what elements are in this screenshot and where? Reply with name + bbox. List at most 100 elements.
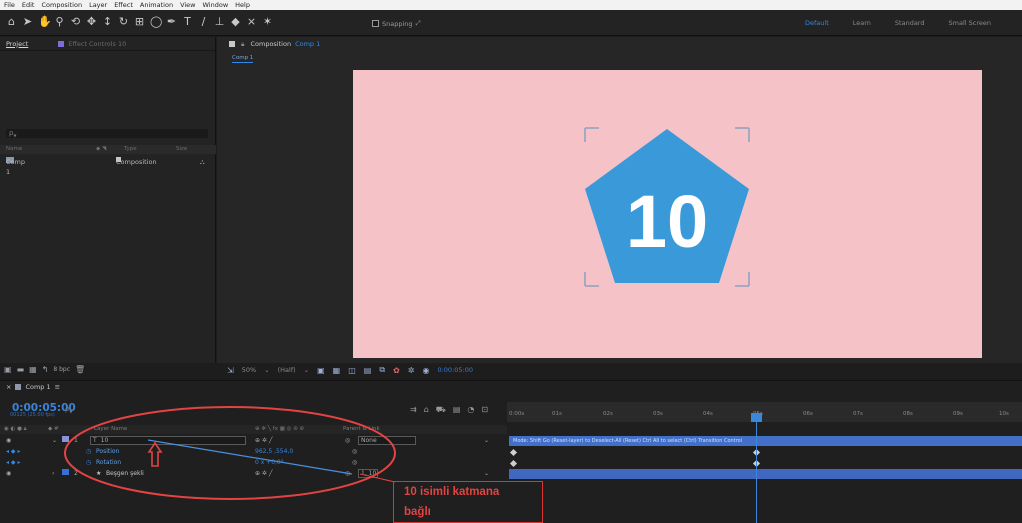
snap-options-icon[interactable]: ⤢	[416, 19, 421, 28]
chevron-down-icon[interactable]: ⌄	[484, 436, 489, 446]
visibility-icon[interactable]: ◉	[6, 469, 11, 479]
menu-edit[interactable]: Edit	[22, 1, 35, 9]
workspace-default[interactable]: Default	[805, 19, 829, 27]
shy-layers-icon[interactable]: ⛟	[436, 405, 446, 415]
property-value[interactable]: 962,5 ,554,0	[255, 447, 293, 457]
dolly-tool-icon[interactable]: ↕	[102, 15, 113, 28]
playhead-handle[interactable]	[751, 413, 762, 422]
motion-blur-icon[interactable]: ◔	[467, 405, 474, 415]
3d-view-icon[interactable]: ⧉	[379, 365, 385, 375]
rotate-tool-icon[interactable]: ↻	[118, 15, 129, 28]
pick-whip-icon[interactable]: ◎	[345, 436, 350, 446]
zoom-dropdown[interactable]: 50%	[242, 366, 256, 374]
eraser-tool-icon[interactable]: ◆	[230, 15, 241, 28]
column-type[interactable]: Type	[124, 145, 137, 154]
camera-snapshot-icon[interactable]: ◉	[422, 366, 429, 375]
new-comp-icon[interactable]: ▦	[29, 365, 37, 374]
home-icon[interactable]: ⌂	[6, 15, 17, 28]
menu-file[interactable]: File	[4, 1, 15, 9]
menu-layer[interactable]: Layer	[89, 1, 107, 9]
workspace-standard[interactable]: Standard	[895, 19, 925, 27]
pen-tool-icon[interactable]: ✒	[166, 15, 177, 28]
clone-stamp-icon[interactable]: ⊥	[214, 15, 225, 28]
brush-tool-icon[interactable]: ∕	[198, 15, 209, 28]
pick-whip-icon[interactable]: ◎	[345, 469, 350, 479]
pan-tool-icon[interactable]: ✥	[86, 15, 97, 28]
layer-2-duration-bar[interactable]	[509, 469, 1022, 479]
layer-name[interactable]: Beşgen şekli	[106, 469, 144, 479]
type-tool-icon[interactable]: T	[182, 15, 193, 28]
stopwatch-icon[interactable]: ◷	[86, 458, 91, 468]
column-size[interactable]: Size	[176, 145, 187, 154]
menu-view[interactable]: View	[180, 1, 195, 9]
chevron-down-icon[interactable]: ⌄	[484, 469, 489, 479]
comp-tab-label[interactable]: Composition	[250, 40, 291, 48]
comp-tab-name[interactable]: Comp 1	[295, 40, 320, 48]
menu-icon[interactable]: ≡	[55, 383, 60, 391]
composition-viewer[interactable]: 10	[353, 70, 982, 358]
zoom-tool-icon[interactable]: ⚲	[54, 15, 65, 28]
property-row[interactable]: ◂ ◆ ▸ ◷ Rotation 0 x +0,0° ◎	[0, 458, 507, 468]
visibility-icon[interactable]: ◉	[6, 436, 11, 446]
bit-depth[interactable]: 8 bpc	[53, 366, 70, 373]
roto-brush-icon[interactable]: ⨯	[246, 15, 257, 28]
layer-switches-icon[interactable]: ⊕ ✲ ╱	[255, 436, 272, 446]
viewer-timecode[interactable]: 0:00:05:00	[437, 366, 473, 374]
expand-chevron-icon[interactable]: ›	[52, 469, 54, 479]
layer-switches-icon[interactable]: ⊕ ✲ ╱	[255, 469, 272, 479]
breadcrumb[interactable]: Comp 1	[232, 55, 254, 63]
label-tag-icon[interactable]: ◆ ◥	[96, 145, 106, 154]
chevron-down-icon[interactable]: ⌄	[264, 366, 269, 374]
color-channel-icon[interactable]: ✿	[393, 366, 400, 375]
always-preview-icon[interactable]: ⇲	[227, 366, 234, 375]
list-item[interactable]: Comp 1 Composition ⛬	[0, 157, 216, 176]
project-settings-icon[interactable]: ↰	[42, 365, 49, 374]
parent-dropdown[interactable]: 1. 10	[358, 469, 378, 478]
orbit-tool-icon[interactable]: ⟲	[70, 15, 81, 28]
playhead-line[interactable]	[756, 422, 757, 523]
keyframe-nav-icon[interactable]: ◂ ◆ ▸	[6, 458, 20, 468]
graph-editor-icon[interactable]: ⊡	[481, 405, 488, 415]
comp-flowchart-icon[interactable]: ⇉	[410, 405, 417, 415]
keyframe[interactable]	[509, 448, 518, 457]
resolution-dropdown[interactable]: (Half)	[278, 366, 296, 374]
stopwatch-icon[interactable]: ◷	[86, 447, 91, 457]
layer-1-duration-bar[interactable]: Mode: Shift Go (Reset-layer) to Deselect…	[509, 436, 1022, 446]
layer-row[interactable]: ◉ › 2 ★ Beşgen şekli ⊕ ✲ ╱ ◎ 1. 10 ⌄	[0, 469, 507, 479]
mask-visibility-icon[interactable]: ◫	[348, 366, 356, 375]
time-ruler[interactable]: 0:00s 01s 02s 03s 04s 05s 06s 07s 08s 09…	[507, 402, 1022, 422]
project-search-input[interactable]: ρ▾	[6, 129, 208, 139]
flowchart-icon[interactable]: ⛬	[200, 157, 205, 167]
parent-dropdown[interactable]: None	[358, 436, 416, 445]
column-layer-name[interactable]: Layer Name	[94, 425, 127, 434]
column-parent[interactable]: Parent & Link	[343, 425, 380, 434]
layer-name-field[interactable]: T 10	[90, 436, 246, 445]
expand-chevron-icon[interactable]: ⌄	[52, 436, 57, 446]
menu-window[interactable]: Window	[203, 1, 229, 9]
draft-3d-icon[interactable]: ⌂	[424, 405, 429, 415]
shape-tool-icon[interactable]: ◯	[150, 15, 162, 28]
region-of-interest-icon[interactable]: ▣	[317, 366, 325, 375]
pan-behind-icon[interactable]: ⊞	[134, 15, 145, 28]
puppet-pin-icon[interactable]: ✶	[262, 15, 273, 28]
hand-tool-icon[interactable]: ✋	[38, 15, 52, 28]
chevron-down-icon[interactable]: ⌄	[304, 366, 309, 374]
timeline-search-input[interactable]: ρ▾	[65, 405, 72, 415]
menu-composition[interactable]: Composition	[41, 1, 82, 9]
selection-tool-icon[interactable]: ➤	[22, 15, 33, 28]
layer-row[interactable]: ◉ ⌄ 1 T 10 ⊕ ✲ ╱ ◎ None ⌄	[0, 436, 507, 446]
switches-icon[interactable]: ⊕ ✲ ╲ fx ▦ ◎ ⊚ ⊛	[255, 425, 304, 434]
close-icon[interactable]: ×	[6, 383, 11, 391]
grid-icon[interactable]: ▤	[364, 366, 372, 375]
pick-whip-icon[interactable]: ◎	[352, 447, 357, 457]
timeline-tab[interactable]: × Comp 1 ≡	[6, 383, 60, 391]
keyframe-nav-icon[interactable]: ◂ ◆ ▸	[6, 447, 20, 457]
tab-effect-controls[interactable]: Effect Controls 10	[58, 40, 126, 48]
new-folder-icon[interactable]: ▬	[17, 365, 25, 374]
snapping-control[interactable]: Snapping ⤢	[372, 19, 421, 28]
trash-icon[interactable]: 🗑	[75, 365, 85, 374]
keyframe[interactable]	[509, 459, 518, 468]
exposure-icon[interactable]: ✲	[408, 366, 415, 375]
column-name[interactable]: Name	[6, 145, 22, 154]
menu-effect[interactable]: Effect	[114, 1, 133, 9]
